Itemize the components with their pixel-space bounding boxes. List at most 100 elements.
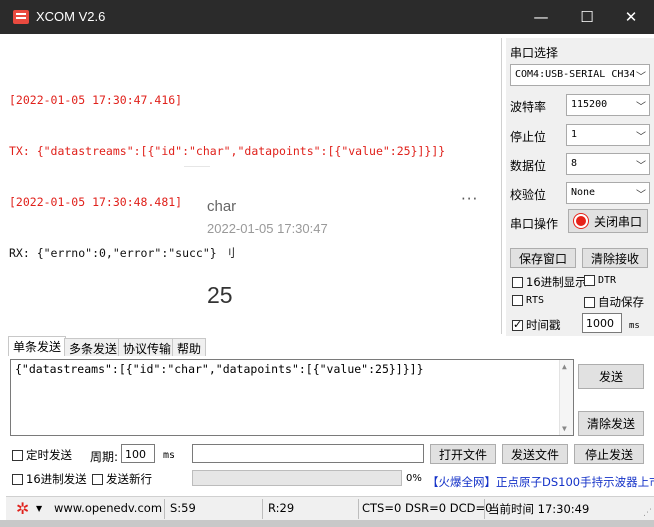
tab-single-send[interactable]: 单条发送 (8, 336, 67, 356)
stop-bits-value: 1 (571, 129, 578, 140)
baud-label: 波特率 (510, 100, 547, 114)
website-link[interactable]: www.openedv.com (54, 501, 162, 515)
clear-send-button[interactable]: 清除发送 (578, 411, 644, 436)
checkbox-icon (512, 295, 523, 306)
sent-count: S:59 (170, 501, 196, 515)
period-unit: ms (163, 450, 176, 461)
tab-help[interactable]: 帮助 (172, 338, 207, 356)
close-button[interactable]: ✕ (608, 0, 654, 34)
bottom-edge (0, 520, 654, 527)
checkbox-icon (584, 275, 595, 286)
port-value: COM4:USB-SERIAL CH34C (515, 69, 642, 80)
rts-label: RTS (526, 295, 545, 306)
parity-label: 校验位 (510, 188, 547, 202)
hex-send-label: 16进制发送 (26, 472, 87, 486)
baud-select[interactable]: 115200 ﹀ (566, 94, 650, 116)
divider (184, 166, 210, 167)
send-newline-label: 发送新行 (106, 472, 152, 486)
send-progress-bar (192, 470, 402, 486)
status-bar: ✲ ▼ www.openedv.com S:59 R:29 CTS=0 DSR=… (6, 496, 654, 520)
dtr-label: DTR (598, 275, 617, 286)
close-port-label: 关闭串口 (593, 214, 642, 229)
received-count: R:29 (268, 501, 295, 515)
hex-display-label: 16进制显示 (526, 275, 587, 289)
minimize-button[interactable]: — (518, 0, 564, 34)
close-port-button[interactable]: 关闭串口 (568, 209, 648, 233)
parity-select[interactable]: None ﹀ (566, 182, 650, 204)
serial-settings-panel: 串口选择 COM4:USB-SERIAL CH34C ﹀ 波特率 115200 … (506, 38, 654, 336)
timestamp-interval-input[interactable]: 1000 (582, 313, 622, 333)
checkbox-icon (12, 449, 23, 461)
period-label: 周期: (90, 450, 119, 464)
stop-bits-label: 停止位 (510, 130, 547, 144)
send-input[interactable]: {"datastreams":[{"id":"char","datapoints… (10, 359, 574, 436)
datastream-time: 2022-01-05 17:30:47 (207, 221, 328, 236)
receive-area[interactable]: [2022-01-05 17:30:47.416] TX: {"datastre… (6, 38, 502, 334)
title-bar: XCOM V2.6 — ☐ ✕ (0, 0, 654, 34)
status-divider (262, 499, 263, 519)
data-bits-value: 8 (571, 158, 578, 169)
receive-log: [2022-01-05 17:30:47.416] TX: {"datastre… (9, 58, 445, 296)
data-bits-label: 数据位 (510, 159, 547, 173)
timestamp-label: 时间戳 (526, 318, 561, 332)
port-select[interactable]: COM4:USB-SERIAL CH34C ﹀ (510, 64, 650, 86)
timed-send-checkbox[interactable]: 定时发送 (12, 447, 72, 463)
checkbox-icon (92, 473, 103, 485)
gear-icon[interactable]: ✲ (16, 499, 29, 518)
dtr-checkbox[interactable]: DTR (584, 275, 616, 286)
send-button[interactable]: 发送 (578, 364, 644, 389)
ad-link[interactable]: 【火爆全网】正点原子DS100手持示波器上市 (427, 474, 654, 490)
line-signals: CTS=0 DSR=0 DCD=0 (362, 501, 493, 515)
baud-value: 115200 (571, 99, 608, 110)
port-operation-label: 串口操作 (510, 217, 559, 231)
scroll-down-icon[interactable]: ▼ (562, 424, 567, 433)
maximize-button[interactable]: ☐ (564, 0, 610, 34)
status-divider (164, 499, 165, 519)
clear-receive-button[interactable]: 清除接收 (582, 248, 648, 268)
parity-value: None (571, 187, 596, 198)
more-menu-icon[interactable]: ··· (461, 190, 478, 208)
tab-protocol[interactable]: 协议传输 (118, 338, 177, 356)
datastream-name: char (207, 198, 237, 215)
hex-send-checkbox[interactable]: 16进制发送 (12, 471, 87, 487)
resize-grip-icon[interactable]: ⋰ (643, 508, 652, 518)
tab-bar: 单条发送 多条发送 协议传输 帮助 (6, 336, 654, 356)
timestamp-unit: ms (629, 321, 640, 331)
open-file-button[interactable]: 打开文件 (430, 444, 496, 464)
log-line: RX: {"errno":0,"error":"succ"} 刂 (9, 246, 236, 260)
scroll-up-icon[interactable]: ▲ (562, 362, 567, 371)
send-file-button[interactable]: 发送文件 (502, 444, 568, 464)
current-time: 当前时间 17:30:49 (488, 502, 590, 516)
chevron-down-icon: ﹀ (634, 68, 646, 83)
chevron-down-icon: ﹀ (634, 128, 646, 143)
data-bits-select[interactable]: 8 ﹀ (566, 153, 650, 175)
chevron-down-icon: ﹀ (634, 157, 646, 172)
checkbox-icon (584, 296, 595, 308)
send-newline-checkbox[interactable]: 发送新行 (92, 471, 152, 487)
stop-bits-select[interactable]: 1 ﹀ (566, 124, 650, 146)
send-progress-text: 0% (406, 473, 422, 484)
save-window-button[interactable]: 保存窗口 (510, 248, 576, 268)
hex-display-checkbox[interactable]: 16进制显示 (512, 274, 587, 290)
auto-save-label: 自动保存 (598, 295, 644, 309)
timed-send-label: 定时发送 (26, 448, 72, 462)
checkbox-icon (512, 276, 523, 288)
timestamp-checkbox[interactable]: 时间戳 (512, 317, 561, 333)
auto-save-checkbox[interactable]: 自动保存 (584, 294, 644, 310)
file-path-input[interactable] (192, 444, 424, 463)
app-icon (13, 10, 29, 24)
datastream-value: 25 (207, 282, 233, 308)
status-divider (358, 499, 359, 519)
scrollbar[interactable]: ▲ ▼ (559, 360, 573, 435)
checkbox-checked-icon (512, 318, 523, 331)
rts-checkbox[interactable]: RTS (512, 295, 544, 306)
checkbox-icon (12, 473, 23, 485)
dropdown-arrow-icon[interactable]: ▼ (36, 504, 42, 513)
chevron-down-icon: ﹀ (634, 186, 646, 201)
tab-multi-send[interactable]: 多条发送 (64, 338, 123, 356)
window-title: XCOM V2.6 (36, 9, 106, 24)
period-input[interactable]: 100 (121, 444, 155, 463)
stop-send-button[interactable]: 停止发送 (574, 444, 644, 464)
port-label: 串口选择 (510, 46, 559, 60)
log-line: [2022-01-05 17:30:47.416] (9, 93, 183, 107)
